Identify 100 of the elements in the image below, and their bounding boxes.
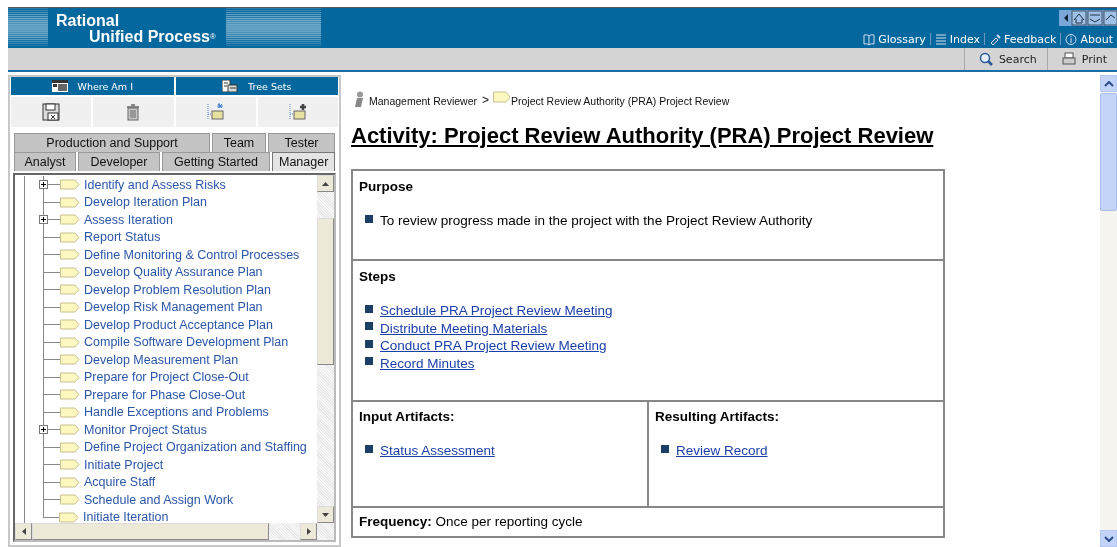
bullet-icon <box>365 444 373 453</box>
folder-icon <box>60 388 80 402</box>
folder-icon <box>60 423 80 437</box>
tree-item[interactable]: Acquire Staff <box>84 475 156 490</box>
tree-item[interactable]: Define Monitoring & Control Processes <box>84 247 300 262</box>
header-link[interactable]: Glossary <box>859 32 930 46</box>
folder-icon <box>60 405 80 419</box>
link[interactable]: Conduct PRA Project Review Meeting <box>380 338 607 354</box>
tree-item[interactable]: Develop Iteration Plan <box>84 195 207 210</box>
folder-icon <box>60 353 80 367</box>
folder-icon <box>60 283 80 297</box>
book-icon <box>863 32 876 46</box>
where-am-i-button[interactable]: Where Am I <box>11 77 174 95</box>
tree-item[interactable]: Develop Quality Assurance Plan <box>84 265 263 280</box>
pencil-icon <box>989 32 1002 46</box>
add-folder-button[interactable] <box>257 97 338 127</box>
tab[interactable]: Team <box>212 133 266 152</box>
window-icon <box>51 80 68 92</box>
folder-icon <box>60 248 80 262</box>
new-folder-button[interactable] <box>175 97 256 127</box>
list-icon <box>934 32 947 46</box>
folder-icon <box>60 475 80 489</box>
breadcrumb-link[interactable]: Management Reviewer <box>369 95 477 107</box>
link[interactable]: Review Record <box>676 443 768 459</box>
link[interactable]: Record Minutes <box>380 355 475 371</box>
page-title: Activity: Project Review Authority (PRA) Project Review <box>351 123 935 149</box>
section-heading: Purpose <box>359 179 414 194</box>
section-heading: Steps <box>359 269 397 284</box>
tree-item[interactable]: Handle Exceptions and Problems <box>84 405 269 420</box>
arrow-left-icon <box>21 528 26 535</box>
folder-plus-icon <box>287 102 308 122</box>
tree-item[interactable]: Initiate Project <box>84 457 164 472</box>
tree-item[interactable]: Monitor Project Status <box>84 422 207 437</box>
tree-item[interactable]: Develop Measurement Plan <box>84 352 239 367</box>
bullet-icon <box>365 339 373 348</box>
tab[interactable]: Production and Support <box>14 133 210 152</box>
folder-icon <box>60 440 80 454</box>
tree-item[interactable]: Assess Iteration <box>84 212 173 227</box>
tree-item[interactable]: Define Project Organization and Staffing <box>84 440 307 455</box>
arrow-down-icon <box>322 512 329 517</box>
scrollbar[interactable] <box>317 175 334 523</box>
folder-icon <box>60 458 80 472</box>
folder-icon <box>60 300 80 314</box>
breadcrumb-link[interactable]: Project Review Authority (PRA) Project Review <box>511 95 730 107</box>
tree-item[interactable]: Prepare for Phase Close-Out <box>84 387 246 402</box>
section-heading: Resulting Artifacts: <box>655 409 780 424</box>
tree-item[interactable]: Initiate Iteration <box>83 510 169 523</box>
tree-item[interactable]: Develop Problem Resolution Plan <box>84 282 271 297</box>
folder-icon <box>60 213 80 227</box>
trash-icon <box>126 103 141 121</box>
folder-icon <box>60 370 80 384</box>
search-icon <box>978 52 993 66</box>
folder-icon <box>60 493 80 507</box>
breadcrumb-separator: > <box>481 93 489 107</box>
tab[interactable]: Getting Started <box>162 152 270 171</box>
arrow-down-icon <box>1103 535 1114 542</box>
save-button[interactable] <box>11 97 92 127</box>
scrollbar[interactable] <box>1100 75 1117 547</box>
bullet-icon <box>661 444 669 453</box>
arrow-right-icon <box>306 528 311 535</box>
tab[interactable]: Tester <box>268 133 335 152</box>
logo-text: Unified Process$^{®}$ <box>89 29 216 45</box>
header-link[interactable]: About <box>1061 32 1117 46</box>
tab[interactable]: Manager <box>272 152 336 171</box>
tree-item[interactable]: Report Status <box>84 230 161 245</box>
arrow-up-icon <box>1103 80 1114 87</box>
bullet-icon <box>365 322 373 331</box>
list-text: To review progress made in the project with the Project Review Authority <box>380 213 813 229</box>
header-link[interactable]: Feedback <box>985 32 1061 46</box>
bullet-icon <box>365 304 373 313</box>
folder-icon <box>60 335 80 349</box>
tab[interactable]: Developer <box>78 152 160 171</box>
tree-sets-icon <box>222 80 239 92</box>
link[interactable]: Schedule PRA Project Review Meeting <box>380 303 613 319</box>
frequency-text: Frequency: Once per reporting cycle <box>359 514 584 529</box>
tree-item[interactable]: Compile Software Development Plan <box>84 335 289 350</box>
tree-item[interactable]: Develop Product Acceptance Plan <box>84 317 273 332</box>
section-heading: Input Artifacts: <box>359 409 456 424</box>
delete-button[interactable] <box>93 97 174 127</box>
header-link[interactable]: Index <box>930 32 985 46</box>
arrow-up-icon <box>322 181 329 186</box>
folder-icon <box>60 195 80 209</box>
tree-item[interactable]: Schedule and Assign Work <box>84 492 234 507</box>
folder-icon <box>60 178 80 192</box>
folder-icon <box>60 265 80 279</box>
folder-icon <box>60 318 80 332</box>
navigation-icons[interactable] <box>1059 10 1117 26</box>
folder-icon <box>60 230 80 244</box>
tab[interactable]: Analyst <box>14 152 76 171</box>
tree-item[interactable]: Prepare for Project Close-Out <box>84 370 249 385</box>
tree-sets-button[interactable]: Tree Sets <box>175 77 338 95</box>
tree-item[interactable]: Identify and Assess Risks <box>84 177 226 192</box>
logo-text: Rational <box>56 13 121 29</box>
logo-stripes-drawing <box>8 8 48 48</box>
link[interactable]: Status Assessment <box>380 443 495 459</box>
folder-sparkle-icon <box>205 102 226 122</box>
link[interactable]: Distribute Meeting Materials <box>380 320 548 336</box>
bullet-icon <box>365 214 373 223</box>
tree-item[interactable]: Develop Risk Management Plan <box>84 300 263 315</box>
scrollbar[interactable] <box>15 523 334 540</box>
